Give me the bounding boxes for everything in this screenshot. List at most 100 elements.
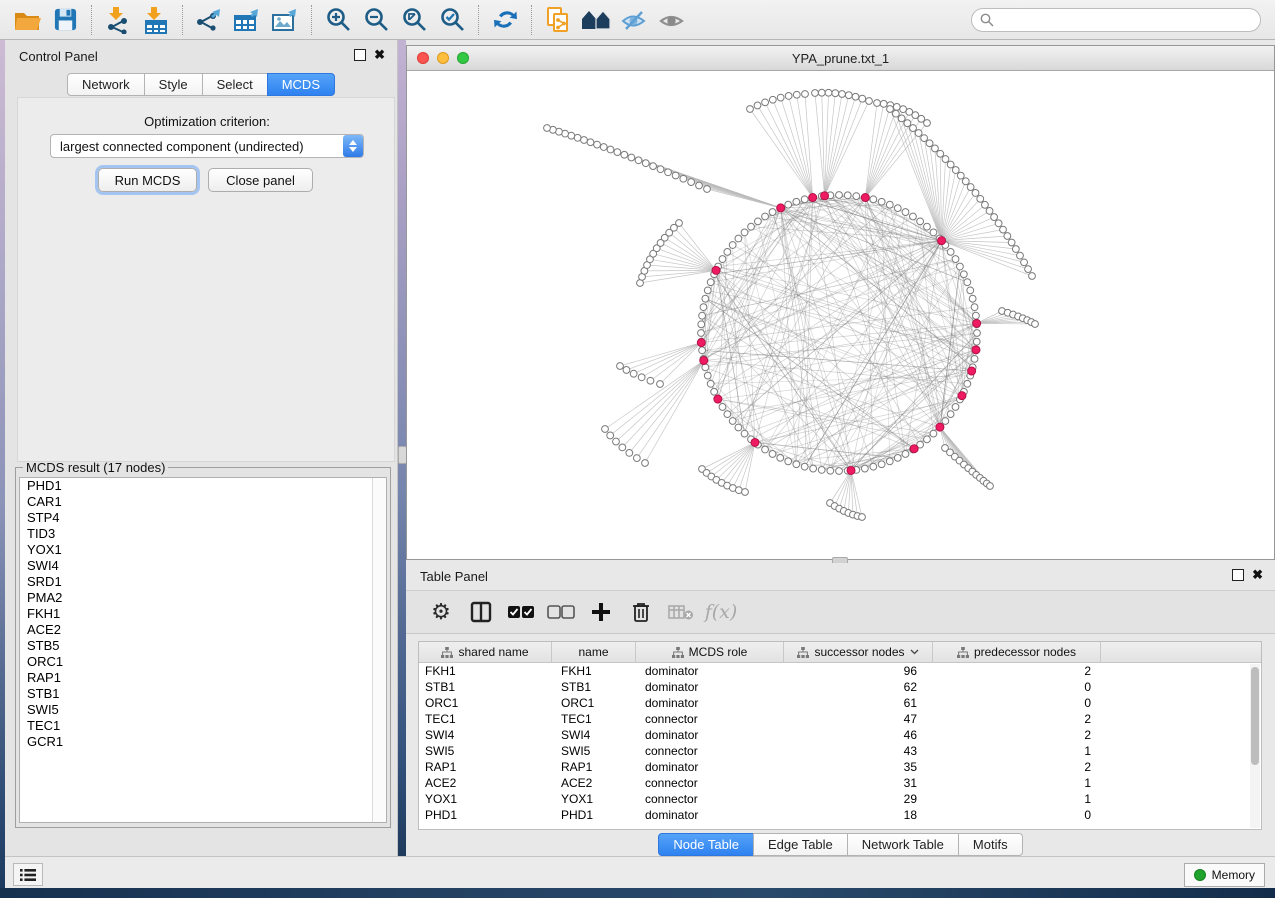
list-scrollbar[interactable]: [372, 478, 386, 822]
hide-selected-button[interactable]: [618, 5, 650, 35]
select-all-button[interactable]: [504, 597, 538, 627]
cell-shared-name: SWI4: [419, 728, 552, 742]
table-row[interactable]: SWI4SWI4dominator462: [419, 727, 1261, 743]
shared-column-icon: [441, 647, 453, 658]
tab-edge-table[interactable]: Edge Table: [753, 833, 848, 856]
tab-mcds[interactable]: MCDS: [267, 73, 335, 96]
cell-MCDS-role: connector: [636, 776, 784, 790]
mcds-result-title: MCDS result (17 nodes): [23, 460, 168, 475]
apply-layout-button[interactable]: [489, 5, 521, 35]
cell-shared-name: STB1: [419, 680, 552, 694]
cell-shared-name: YOX1: [419, 792, 552, 806]
add-column-button[interactable]: [584, 597, 618, 627]
delete-table-icon: [668, 603, 694, 621]
tab-network-table[interactable]: Network Table: [847, 833, 959, 856]
table-row[interactable]: FKH1FKH1dominator962: [419, 663, 1261, 679]
tab-node-table[interactable]: Node Table: [658, 833, 754, 856]
task-history-button[interactable]: [13, 863, 43, 886]
float-panel-button[interactable]: [354, 49, 366, 61]
shared-column-icon: [797, 647, 809, 658]
tab-motifs[interactable]: Motifs: [958, 833, 1023, 856]
cell-successor-nodes: 43: [784, 744, 933, 758]
export-table-button[interactable]: [231, 5, 263, 35]
save-session-button[interactable]: [49, 5, 81, 35]
dropdown-stepper-icon: [343, 135, 363, 157]
table-row[interactable]: TEC1TEC1connector472: [419, 711, 1261, 727]
column-header-predecessor-nodes[interactable]: predecessor nodes: [933, 642, 1101, 662]
cell-MCDS-role: connector: [636, 792, 784, 806]
mcds-result-item: PMA2: [20, 590, 386, 606]
table-scrollbar-thumb[interactable]: [1251, 667, 1259, 765]
close-panel-button[interactable]: Close panel: [208, 168, 313, 192]
table-row[interactable]: STB1STB1dominator620: [419, 679, 1261, 695]
search-input[interactable]: [971, 8, 1261, 32]
cell-MCDS-role: dominator: [636, 680, 784, 694]
mcds-result-item: STB5: [20, 638, 386, 654]
fx-icon: f(x): [705, 601, 738, 623]
cell-successor-nodes: 61: [784, 696, 933, 710]
column-header-MCDS-role[interactable]: MCDS role: [636, 642, 784, 662]
memory-button[interactable]: Memory: [1184, 863, 1265, 887]
close-window-button[interactable]: [417, 52, 429, 64]
cell-shared-name: ACE2: [419, 776, 552, 790]
export-image-button[interactable]: [269, 5, 301, 35]
cell-predecessor-nodes: 2: [933, 664, 1101, 678]
sort-chevron-icon: [910, 649, 919, 655]
table-header-row: shared namenameMCDS rolesuccessor nodesp…: [419, 642, 1261, 663]
clone-network-button[interactable]: [542, 5, 574, 35]
gear-icon: ⚙: [431, 601, 451, 623]
mcds-result-item: SWI5: [20, 702, 386, 718]
open-file-button[interactable]: [11, 5, 43, 35]
checked-boxes-icon: [507, 604, 535, 620]
zoom-fit-button[interactable]: [398, 5, 430, 35]
minimize-window-button[interactable]: [437, 52, 449, 64]
mcds-result-item: STP4: [20, 510, 386, 526]
maximize-window-button[interactable]: [457, 52, 469, 64]
network-canvas[interactable]: [407, 71, 1274, 560]
network-window-titlebar[interactable]: YPA_prune.txt_1: [407, 46, 1274, 71]
zoom-in-button[interactable]: [322, 5, 354, 35]
table-row[interactable]: PHD1PHD1dominator180: [419, 807, 1261, 823]
table-row[interactable]: ACE2ACE2connector311: [419, 775, 1261, 791]
column-header-successor-nodes[interactable]: successor nodes: [784, 642, 933, 662]
export-image-icon: [270, 6, 300, 34]
function-builder-button[interactable]: f(x): [704, 597, 738, 627]
cell-predecessor-nodes: 0: [933, 680, 1101, 694]
table-scrollbar: [1250, 664, 1260, 828]
delete-table-button[interactable]: [664, 597, 698, 627]
table-row[interactable]: YOX1YOX1connector291: [419, 791, 1261, 807]
export-network-button[interactable]: [193, 5, 225, 35]
trash-icon: [631, 601, 651, 623]
delete-column-button[interactable]: [624, 597, 658, 627]
criterion-dropdown[interactable]: largest connected component (undirected): [50, 134, 364, 158]
table-toolbar: ⚙: [406, 590, 1275, 634]
table-row[interactable]: RAP1RAP1dominator352: [419, 759, 1261, 775]
tab-select[interactable]: Select: [202, 73, 268, 96]
show-columns-button[interactable]: [464, 597, 498, 627]
eye-icon: [658, 7, 686, 33]
close-panel-icon[interactable]: ✖: [374, 50, 385, 60]
import-table-icon: [142, 6, 170, 34]
column-header-name[interactable]: name: [552, 642, 636, 662]
run-mcds-button[interactable]: Run MCDS: [98, 168, 197, 192]
float-table-panel-button[interactable]: [1232, 569, 1244, 581]
table-row[interactable]: ORC1ORC1dominator610: [419, 695, 1261, 711]
import-network-button[interactable]: [102, 5, 134, 35]
table-row[interactable]: SWI5SWI5connector431: [419, 743, 1261, 759]
show-all-button[interactable]: [656, 5, 688, 35]
close-table-panel-icon[interactable]: ✖: [1252, 570, 1263, 580]
cell-name: STB1: [552, 680, 636, 694]
zoom-selected-button[interactable]: [436, 5, 468, 35]
tab-network[interactable]: Network: [67, 73, 145, 96]
zoom-out-button[interactable]: [360, 5, 392, 35]
cell-successor-nodes: 46: [784, 728, 933, 742]
deselect-all-button[interactable]: [544, 597, 578, 627]
cell-successor-nodes: 62: [784, 680, 933, 694]
list-icon: [20, 868, 36, 882]
mcds-result-list: PHD1CAR1STP4TID3YOX1SWI4SRD1PMA2FKH1ACE2…: [19, 477, 387, 823]
import-table-button[interactable]: [140, 5, 172, 35]
tab-style[interactable]: Style: [144, 73, 203, 96]
first-neighbors-button[interactable]: [580, 5, 612, 35]
settings-gear-button[interactable]: ⚙: [424, 597, 458, 627]
column-header-shared-name[interactable]: shared name: [419, 642, 552, 662]
